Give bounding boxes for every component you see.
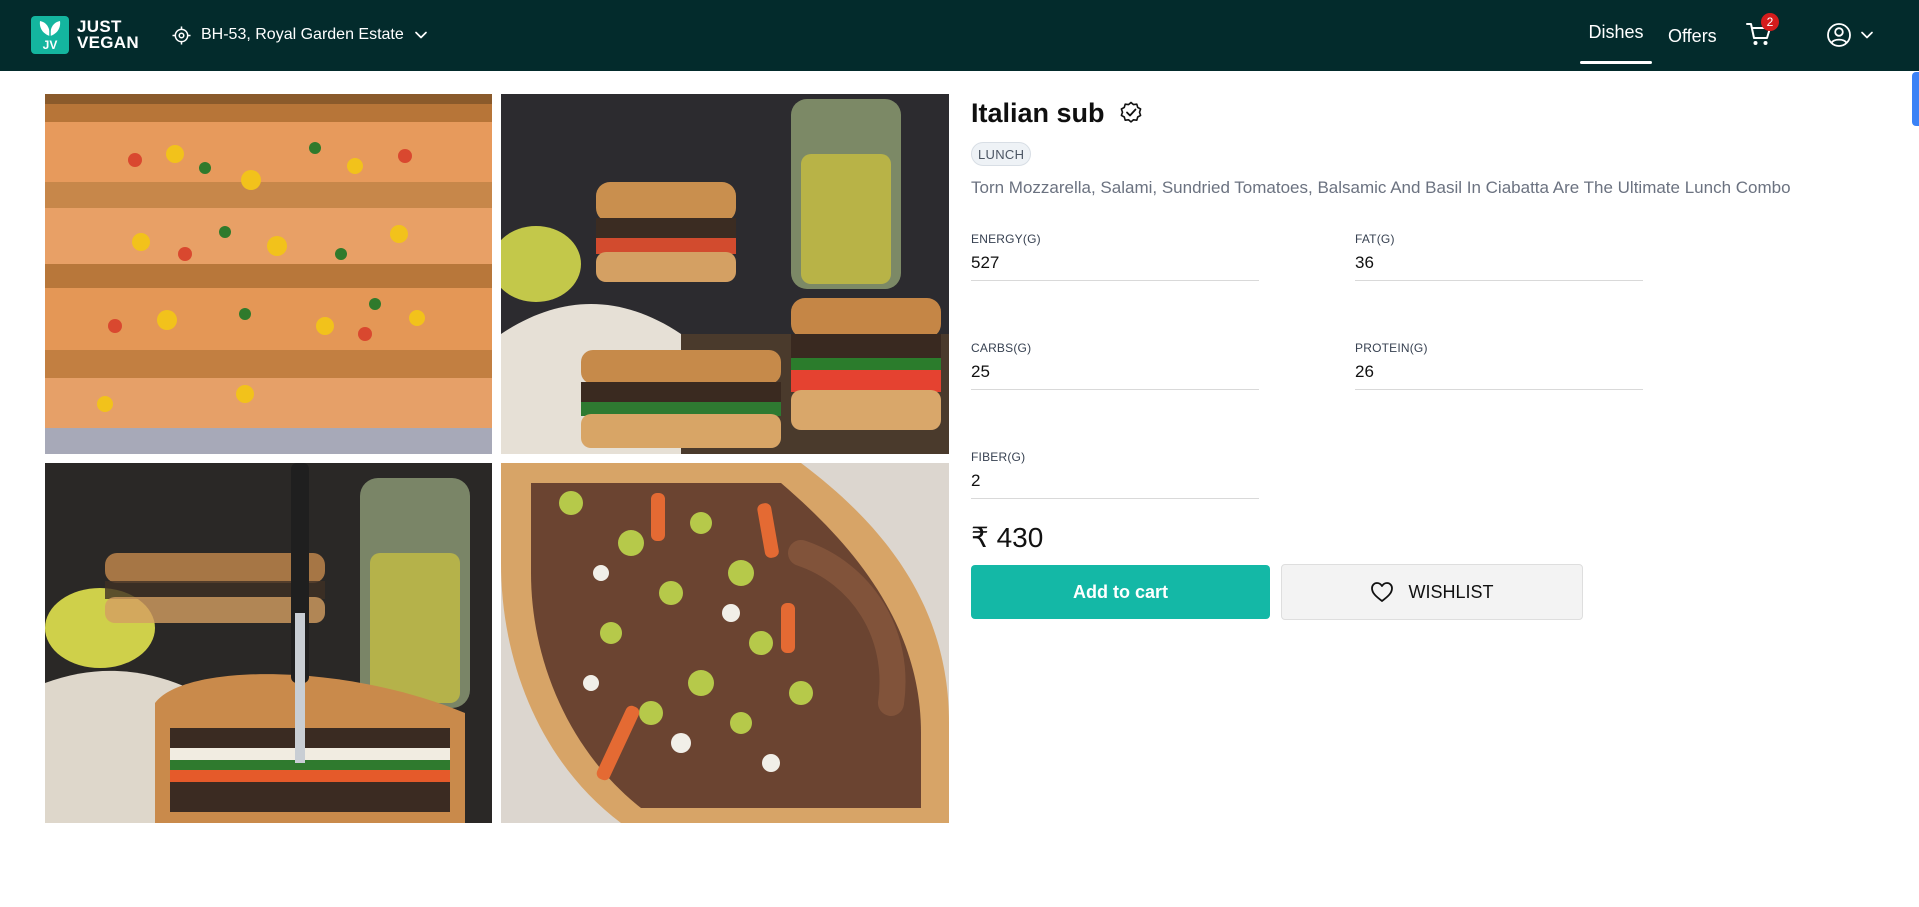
nutrition-label: PROTEIN(G) <box>1355 341 1428 355</box>
location-selector[interactable]: BH-53, Royal Garden Estate <box>172 24 428 46</box>
heart-icon <box>1371 582 1394 602</box>
brand-name-line2: VEGAN <box>77 33 139 52</box>
product-description: Torn Mozzarella, Salami, Sundried Tomato… <box>971 178 1791 197</box>
sliced-sub-with-knife-photo <box>45 463 492 823</box>
verified-check-icon <box>1120 101 1141 123</box>
side-scroll-tab[interactable] <box>1912 72 1919 126</box>
user-circle-icon <box>1827 23 1851 47</box>
chevron-down-icon <box>414 31 427 39</box>
nutrition-value: 527 <box>971 253 1000 272</box>
location-target-icon <box>172 25 191 45</box>
dish-photo-4[interactable] <box>501 463 949 823</box>
product-price: ₹ 430 <box>971 522 1044 553</box>
cart-count-badge: 2 <box>1761 13 1779 31</box>
brand-logo[interactable]: JV JUST VEGAN <box>31 16 139 54</box>
nutrition-value: 25 <box>971 362 990 381</box>
nav-offers[interactable]: Offers <box>1668 22 1717 50</box>
wishlist-button[interactable]: WISHLIST <box>1281 564 1583 620</box>
nutrition-label: FIBER(G) <box>971 450 1026 464</box>
account-menu[interactable] <box>1826 21 1874 49</box>
nutrition-protein: PROTEIN(G) 26 <box>1355 341 1643 390</box>
nutrition-fat: FAT(G) 36 <box>1355 232 1643 281</box>
grilled-sandwich-stack-photo <box>45 94 492 454</box>
product-title: Italian sub <box>971 97 1105 128</box>
leaf-icon <box>39 21 61 36</box>
top-navbar: JV JUST VEGAN BH-53, Royal Garden Estate… <box>0 0 1919 71</box>
brand-name: JUST VEGAN <box>77 18 139 52</box>
nutrition-carbs: CARBS(G) 25 <box>971 341 1259 390</box>
add-to-cart-button[interactable]: Add to cart <box>971 565 1270 619</box>
nutrition-label: CARBS(G) <box>971 341 1032 355</box>
wishlist-label: WISHLIST <box>1408 581 1494 602</box>
nutrition-value: 36 <box>1355 253 1374 272</box>
nutrition-energy: ENERGY(G) 527 <box>971 232 1259 281</box>
nutrition-value: 2 <box>971 471 981 490</box>
dish-photo-3[interactable] <box>45 463 492 823</box>
nutrition-label: FAT(G) <box>1355 232 1395 246</box>
nutrition-label: ENERGY(G) <box>971 232 1041 246</box>
nutrition-fiber: FIBER(G) 2 <box>971 450 1259 499</box>
dish-photo-1[interactable] <box>45 94 492 454</box>
logo-initials: JV <box>42 38 58 52</box>
dish-photo-2[interactable] <box>501 94 949 454</box>
category-tag: LUNCH <box>971 142 1032 166</box>
logo-badge: JV <box>31 16 69 54</box>
sub-sandwich-with-pickles-photo <box>501 94 949 454</box>
beef-sub-with-giardiniera-photo <box>501 463 949 823</box>
nutrition-value: 26 <box>1355 362 1374 381</box>
product-title-row: Italian sub <box>971 96 1143 130</box>
location-text: BH-53, Royal Garden Estate <box>201 26 404 43</box>
chevron-down-icon <box>1861 31 1873 39</box>
active-tab-indicator <box>1580 61 1652 64</box>
nav-dishes[interactable]: Dishes <box>1580 0 1652 65</box>
